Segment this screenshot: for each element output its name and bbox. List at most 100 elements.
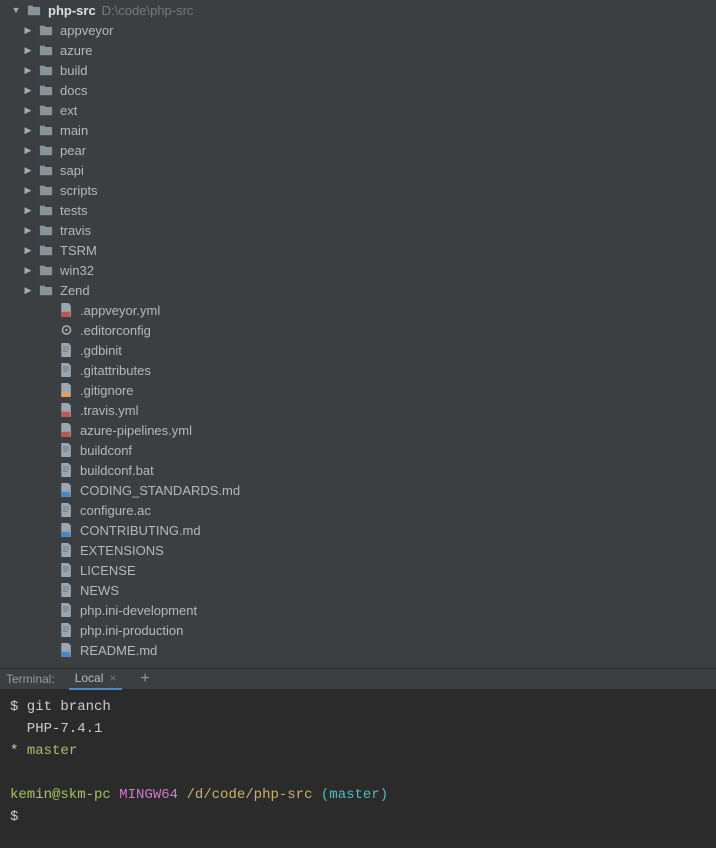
file-label: azure-pipelines.yml (80, 423, 192, 438)
folder-label: pear (60, 143, 86, 158)
file-label: configure.ac (80, 503, 151, 518)
folder-label: docs (60, 83, 87, 98)
file-README.md[interactable]: README.md (4, 640, 716, 660)
folder-label: travis (60, 223, 91, 238)
file-.gitattributes[interactable]: .gitattributes (4, 360, 716, 380)
chevron-down-icon[interactable]: ▼ (10, 4, 22, 16)
chevron-right-icon[interactable]: ▶ (22, 64, 34, 76)
folder-label: main (60, 123, 88, 138)
file-label: .appveyor.yml (80, 303, 160, 318)
folder-icon (38, 22, 54, 38)
file-php.ini-development[interactable]: php.ini-development (4, 600, 716, 620)
file-icon (58, 382, 74, 398)
folder-ext[interactable]: ▶ ext (4, 100, 716, 120)
chevron-right-icon[interactable]: ▶ (22, 224, 34, 236)
folder-icon (38, 102, 54, 118)
add-terminal-button[interactable]: + (134, 670, 155, 688)
folder-scripts[interactable]: ▶ scripts (4, 180, 716, 200)
folder-label: tests (60, 203, 87, 218)
folder-sapi[interactable]: ▶ sapi (4, 160, 716, 180)
folder-travis[interactable]: ▶ travis (4, 220, 716, 240)
folder-label: sapi (60, 163, 84, 178)
file-icon (58, 602, 74, 618)
file-NEWS[interactable]: NEWS (4, 580, 716, 600)
chevron-right-icon[interactable]: ▶ (22, 104, 34, 116)
terminal-panel-label[interactable]: Terminal: (6, 672, 55, 686)
folder-icon (38, 222, 54, 238)
chevron-right-icon[interactable]: ▶ (22, 244, 34, 256)
folder-main[interactable]: ▶ main (4, 120, 716, 140)
file-label: .gdbinit (80, 343, 122, 358)
project-tree[interactable]: ▼php-srcD:\code\php-src▶appveyor▶azure▶b… (4, 0, 716, 668)
chevron-right-icon[interactable]: ▶ (22, 204, 34, 216)
file-buildconf.bat[interactable]: buildconf.bat (4, 460, 716, 480)
folder-win32[interactable]: ▶win32 (4, 260, 716, 280)
chevron-right-icon[interactable]: ▶ (22, 24, 34, 36)
file-.gdbinit[interactable]: .gdbinit (4, 340, 716, 360)
chevron-right-icon[interactable]: ▶ (22, 184, 34, 196)
close-icon[interactable]: × (109, 671, 116, 685)
folder-icon (38, 142, 54, 158)
folder-icon (38, 62, 54, 78)
file-label: CODING_STANDARDS.md (80, 483, 240, 498)
file-php.ini-production[interactable]: php.ini-production (4, 620, 716, 640)
file-.travis.yml[interactable]: .travis.yml (4, 400, 716, 420)
chevron-right-icon[interactable]: ▶ (22, 284, 34, 296)
chevron-right-icon[interactable]: ▶ (22, 144, 34, 156)
terminal-output[interactable]: $ git branch PHP-7.4.1 * master kemin@sk… (0, 690, 716, 848)
file-CODING_STANDARDS.md[interactable]: CODING_STANDARDS.md (4, 480, 716, 500)
folder-TSRM[interactable]: ▶TSRM (4, 240, 716, 260)
chevron-right-icon[interactable]: ▶ (22, 124, 34, 136)
root-name: php-src (48, 3, 96, 18)
file-label: php.ini-production (80, 623, 183, 638)
terminal-tab-local[interactable]: Local × (69, 668, 123, 690)
chevron-right-icon[interactable]: ▶ (22, 264, 34, 276)
folder-icon (38, 282, 54, 298)
file-.appveyor.yml[interactable]: .appveyor.yml (4, 300, 716, 320)
file-icon (58, 482, 74, 498)
file-EXTENSIONS[interactable]: EXTENSIONS (4, 540, 716, 560)
folder-pear[interactable]: ▶ pear (4, 140, 716, 160)
file-label: CONTRIBUTING.md (80, 523, 201, 538)
chevron-right-icon[interactable]: ▶ (22, 44, 34, 56)
file-icon (58, 502, 74, 518)
folder-label: scripts (60, 183, 98, 198)
file-icon (58, 302, 74, 318)
file-label: .editorconfig (80, 323, 151, 338)
folder-icon (38, 242, 54, 258)
folder-appveyor[interactable]: ▶appveyor (4, 20, 716, 40)
folder-icon (38, 182, 54, 198)
folder-label: azure (60, 43, 93, 58)
folder-icon (38, 122, 54, 138)
root-path: D:\code\php-src (102, 3, 194, 18)
folder-tests[interactable]: ▶ tests (4, 200, 716, 220)
folder-label: ext (60, 103, 77, 118)
project-root[interactable]: ▼ php-src D:\code\php-src (4, 0, 716, 20)
file-label: README.md (80, 643, 157, 658)
chevron-right-icon[interactable]: ▶ (22, 164, 34, 176)
folder-icon (26, 2, 42, 18)
folder-Zend[interactable]: ▶Zend (4, 280, 716, 300)
folder-azure[interactable]: ▶ azure (4, 40, 716, 60)
file-CONTRIBUTING.md[interactable]: CONTRIBUTING.md (4, 520, 716, 540)
file-label: buildconf (80, 443, 132, 458)
folder-build[interactable]: ▶build (4, 60, 716, 80)
file-configure.ac[interactable]: configure.ac (4, 500, 716, 520)
file-LICENSE[interactable]: LICENSE (4, 560, 716, 580)
folder-docs[interactable]: ▶ docs (4, 80, 716, 100)
folder-icon (38, 162, 54, 178)
chevron-right-icon[interactable]: ▶ (22, 84, 34, 96)
file-icon (58, 562, 74, 578)
file-icon (58, 342, 74, 358)
file-buildconf[interactable]: buildconf (4, 440, 716, 460)
file-icon (58, 362, 74, 378)
file-icon (58, 582, 74, 598)
file-.editorconfig[interactable]: .editorconfig (4, 320, 716, 340)
file-.gitignore[interactable]: .gitignore (4, 380, 716, 400)
file-label: php.ini-development (80, 603, 197, 618)
folder-icon (38, 202, 54, 218)
file-azure-pipelines.yml[interactable]: azure-pipelines.yml (4, 420, 716, 440)
file-icon (58, 642, 74, 658)
file-icon (58, 522, 74, 538)
file-label: .gitignore (80, 383, 133, 398)
